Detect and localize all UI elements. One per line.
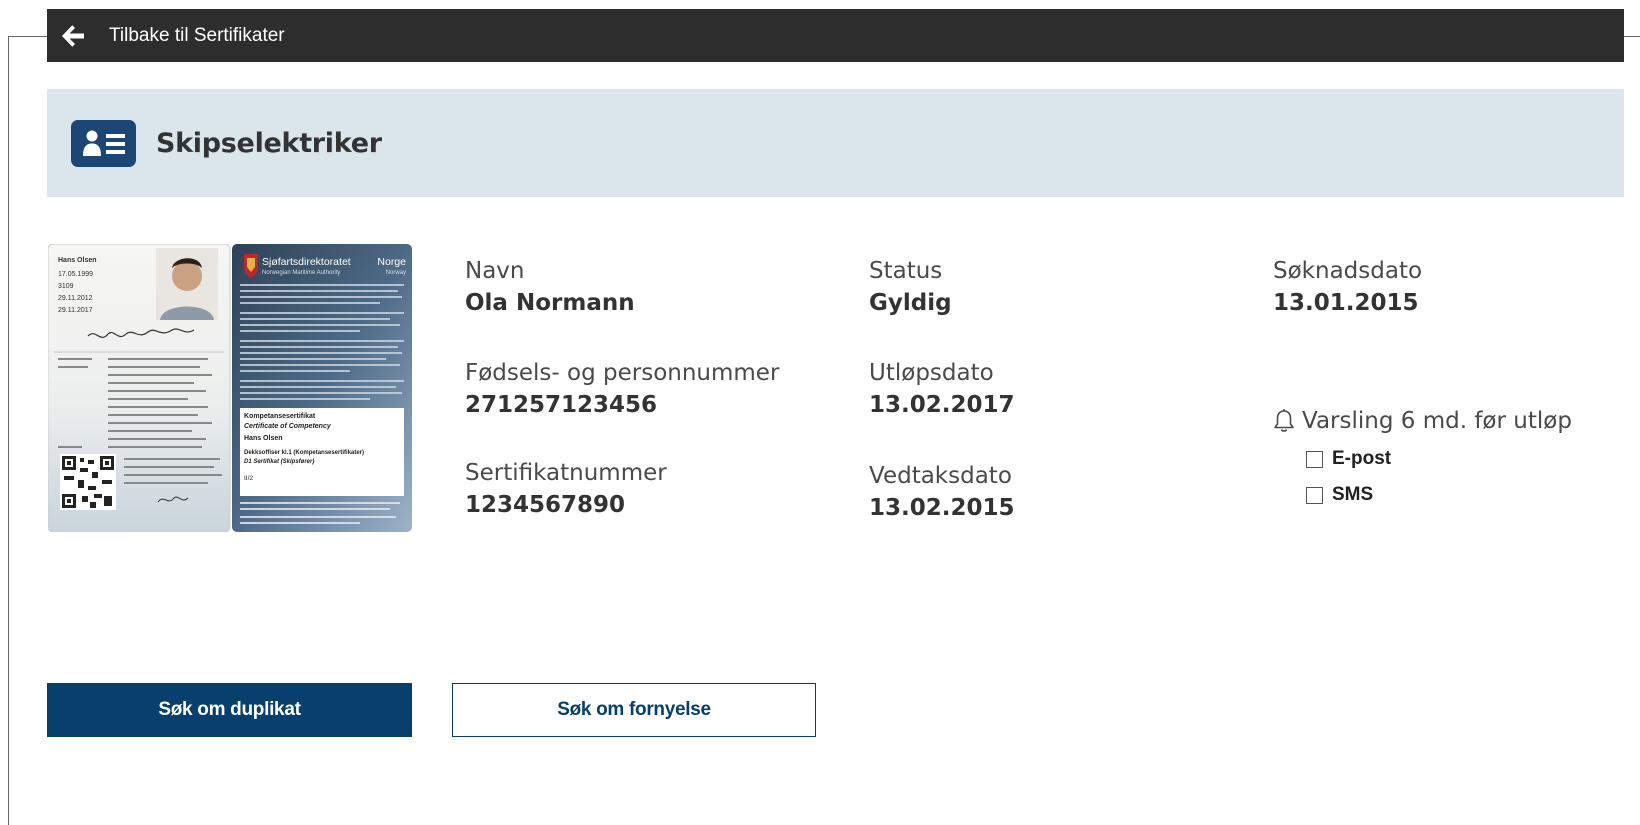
status-value: Gyldig (869, 290, 952, 316)
field-personal-id: Fødsels- og personnummer 271257123456 (465, 358, 779, 420)
field-status: Status Gyldig (869, 256, 952, 318)
id-card-icon (71, 119, 136, 167)
expiry-label: Utløpsdato (869, 360, 994, 386)
application-date-value: 13.01.2015 (1273, 290, 1419, 316)
email-option[interactable]: E-post (1306, 448, 1572, 470)
qr-code (60, 454, 116, 510)
card-date-2: 29.11.2012 (58, 295, 93, 302)
sms-checkbox[interactable] (1306, 486, 1323, 504)
cert-number-value: 1234567890 (465, 492, 626, 518)
card-cert-title-en: Certificate of Competency (244, 423, 332, 430)
card-line-1: Dekksoffiser kl.1 (Kompetansesertifikate… (244, 450, 364, 456)
back-link-label: Tilbake til Sertifikater (109, 24, 285, 46)
expiry-notification: Varsling 6 md. før utløp E-post SMS (1272, 408, 1572, 506)
application-date-label: Søknadsdato (1273, 258, 1423, 284)
certificate-header: Skipselektriker (47, 89, 1624, 197)
expiry-value: 13.02.2017 (869, 392, 1015, 418)
country-name: Norge (377, 256, 406, 268)
card-date-1: 17.05.1999 (58, 271, 93, 278)
certificate-card-image: Hans Olsen 17.05.1999 3109 29.11.2012 29… (47, 243, 412, 533)
card-cert-title: Kompetansesertifikat (244, 413, 316, 420)
frame-line-left (8, 36, 9, 825)
authority-name-en: Norwegian Maritime Authority (262, 270, 340, 276)
card-date-3: 29.11.2017 (58, 307, 93, 314)
name-label: Navn (465, 258, 525, 284)
back-to-certificates-link[interactable]: Tilbake til Sertifikater (47, 9, 285, 62)
card-holder: Hans Olsen (244, 435, 283, 442)
notification-title: Varsling 6 md. før utløp (1272, 408, 1572, 434)
status-label: Status (869, 258, 943, 284)
sms-option[interactable]: SMS (1306, 484, 1572, 506)
apply-duplicate-button[interactable]: Søk om duplikat (47, 683, 412, 737)
name-value: Ola Normann (465, 290, 635, 316)
personal-id-value: 271257123456 (465, 392, 658, 418)
page-title: Skipselektriker (156, 127, 382, 159)
field-application-date: Søknadsdato 13.01.2015 (1273, 256, 1422, 318)
authority-name: Sjøfartsdirektoratet (262, 256, 351, 268)
card-line-2: D1 Sertifikat (Skipsfører) (244, 459, 314, 465)
decision-date-label: Vedtaksdato (869, 463, 1012, 489)
apply-renewal-button[interactable]: Søk om fornyelse (452, 683, 816, 737)
field-cert-number: Sertifikatnummer 1234567890 (465, 458, 667, 520)
bell-icon (1272, 408, 1296, 434)
field-decision-date: Vedtaksdato 13.02.2015 (869, 461, 1015, 523)
sms-option-label: SMS (1332, 484, 1374, 505)
decision-date-value: 13.02.2015 (869, 495, 1015, 521)
frame-line-top-left (8, 36, 47, 37)
country-name-en: Norway (386, 270, 406, 276)
personal-id-label: Fødsels- og personnummer (465, 360, 780, 386)
card-id: 3109 (58, 283, 74, 290)
frame-line-top-right (1624, 36, 1640, 37)
cert-number-label: Sertifikatnummer (465, 460, 667, 486)
arrow-left-icon (59, 22, 87, 50)
field-name: Navn Ola Normann (465, 256, 635, 318)
card-holder-name: Hans Olsen (58, 257, 97, 264)
email-checkbox[interactable] (1306, 450, 1323, 468)
email-option-label: E-post (1332, 448, 1392, 469)
top-nav-bar: Tilbake til Sertifikater (47, 9, 1624, 62)
notification-title-text: Varsling 6 md. før utløp (1302, 408, 1572, 434)
field-expiry: Utløpsdato 13.02.2017 (869, 358, 1015, 420)
card-line-3: II/2 (244, 475, 253, 482)
